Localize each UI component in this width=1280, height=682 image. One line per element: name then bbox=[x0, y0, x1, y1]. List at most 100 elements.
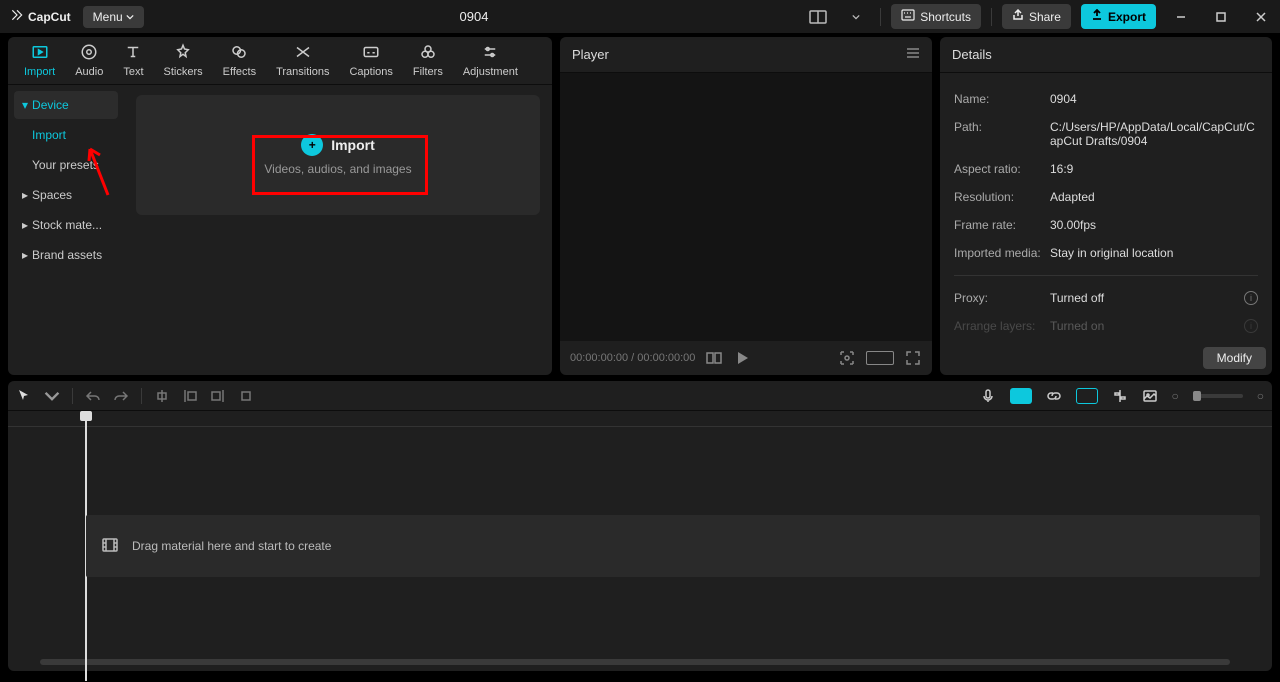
captions-icon bbox=[362, 43, 380, 64]
drop-track[interactable]: Drag material here and start to create bbox=[86, 515, 1260, 577]
compare-icon[interactable] bbox=[705, 349, 723, 367]
modify-button[interactable]: Modify bbox=[1203, 347, 1266, 369]
detail-path-label: Path: bbox=[954, 120, 1050, 148]
magnet-on-button[interactable] bbox=[1010, 388, 1032, 404]
zoom-in-button[interactable]: ○ bbox=[1257, 389, 1264, 403]
delete-tool[interactable] bbox=[238, 388, 254, 404]
import-region: + Import Videos, audios, and images bbox=[124, 85, 552, 375]
zoom-out-button[interactable]: ○ bbox=[1172, 389, 1179, 403]
caret-right-icon: ▸ bbox=[22, 248, 28, 262]
cover-button[interactable] bbox=[1142, 388, 1158, 404]
titlebar-right: Shortcuts Share Export bbox=[804, 2, 1276, 32]
tab-text[interactable]: Text bbox=[113, 39, 153, 82]
info-icon[interactable]: i bbox=[1244, 319, 1258, 333]
source-stock[interactable]: ▸Stock mate... bbox=[14, 211, 118, 239]
tab-audio[interactable]: Audio bbox=[65, 39, 113, 82]
source-spaces[interactable]: ▸Spaces bbox=[14, 181, 118, 209]
timeline-ruler[interactable] bbox=[8, 411, 1272, 427]
snapshot-icon[interactable] bbox=[838, 349, 856, 367]
preview-button[interactable] bbox=[1076, 388, 1098, 404]
details-header: Details bbox=[940, 37, 1272, 73]
tab-import[interactable]: Import bbox=[14, 39, 65, 82]
menu-label: Menu bbox=[93, 10, 123, 24]
source-presets[interactable]: Your presets bbox=[14, 151, 118, 179]
tab-label: Filters bbox=[413, 66, 443, 78]
source-import[interactable]: Import bbox=[14, 121, 118, 149]
timeline-toolbar: ○ ○ bbox=[8, 381, 1272, 411]
ratio-button[interactable] bbox=[866, 351, 894, 365]
caret-right-icon: ▸ bbox=[22, 218, 28, 232]
tab-effects[interactable]: Effects bbox=[213, 39, 266, 82]
info-icon[interactable]: i bbox=[1244, 291, 1258, 305]
detail-aspect-label: Aspect ratio: bbox=[954, 162, 1050, 176]
player-viewport[interactable] bbox=[560, 73, 932, 341]
zoom-slider[interactable] bbox=[1193, 394, 1243, 398]
trim-right-tool[interactable] bbox=[210, 388, 226, 404]
split-tool[interactable] bbox=[154, 388, 170, 404]
undo-button[interactable] bbox=[85, 388, 101, 404]
tab-adjustment[interactable]: Adjustment bbox=[453, 39, 528, 82]
app-logo: CapCut bbox=[4, 8, 77, 25]
tab-label: Stickers bbox=[164, 66, 203, 78]
detail-aspect-value: 16:9 bbox=[1050, 162, 1258, 176]
app-name: CapCut bbox=[28, 10, 71, 24]
share-icon bbox=[1012, 9, 1024, 24]
detail-proxy-label: Proxy: bbox=[954, 291, 1050, 305]
playhead[interactable] bbox=[80, 411, 92, 421]
media-tabs: Import Audio Text Stickers Effects Trans… bbox=[8, 37, 552, 85]
tab-label: Text bbox=[123, 66, 143, 78]
timeline-scrollbar[interactable] bbox=[20, 659, 1260, 667]
tab-label: Captions bbox=[349, 66, 392, 78]
detail-media-value: Stay in original location bbox=[1050, 246, 1258, 260]
tab-captions[interactable]: Captions bbox=[339, 39, 402, 82]
keyboard-icon bbox=[901, 9, 915, 24]
play-icon[interactable] bbox=[733, 349, 751, 367]
source-device[interactable]: ▾Device bbox=[14, 91, 118, 119]
fullscreen-icon[interactable] bbox=[904, 349, 922, 367]
stickers-icon bbox=[174, 43, 192, 64]
link-button[interactable] bbox=[1046, 388, 1062, 404]
source-brand[interactable]: ▸Brand assets bbox=[14, 241, 118, 269]
export-button[interactable]: Export bbox=[1081, 4, 1156, 29]
detail-name-value: 0904 bbox=[1050, 92, 1258, 106]
transitions-icon bbox=[294, 43, 312, 64]
detail-res-value: Adapted bbox=[1050, 190, 1258, 204]
pointer-dropdown[interactable] bbox=[44, 388, 60, 404]
details-panel: Details Name:0904 Path:C:/Users/HP/AppDa… bbox=[940, 37, 1272, 375]
pointer-tool[interactable] bbox=[16, 388, 32, 404]
maximize-button[interactable] bbox=[1206, 2, 1236, 32]
details-body: Name:0904 Path:C:/Users/HP/AppData/Local… bbox=[940, 73, 1272, 375]
import-card[interactable]: + Import Videos, audios, and images bbox=[136, 95, 540, 215]
shortcuts-button[interactable]: Shortcuts bbox=[891, 4, 981, 29]
adjustment-icon bbox=[481, 43, 499, 64]
close-button[interactable] bbox=[1246, 2, 1276, 32]
layout-dropdown[interactable] bbox=[842, 6, 870, 28]
align-button[interactable] bbox=[1112, 388, 1128, 404]
redo-button[interactable] bbox=[113, 388, 129, 404]
player-menu-icon[interactable] bbox=[906, 47, 920, 62]
player-title: Player bbox=[572, 47, 609, 62]
tab-transitions[interactable]: Transitions bbox=[266, 39, 339, 82]
tab-filters[interactable]: Filters bbox=[403, 39, 453, 82]
record-audio-button[interactable] bbox=[980, 388, 996, 404]
detail-fps-value: 30.00fps bbox=[1050, 218, 1258, 232]
menu-button[interactable]: Menu bbox=[83, 6, 144, 28]
tab-label: Audio bbox=[75, 66, 103, 78]
timeline-tracks[interactable]: Drag material here and start to create bbox=[8, 427, 1272, 655]
media-panel: Import Audio Text Stickers Effects Trans… bbox=[8, 37, 552, 375]
minimize-button[interactable] bbox=[1166, 2, 1196, 32]
chevron-down-icon bbox=[126, 10, 134, 24]
import-icon bbox=[31, 43, 49, 64]
layout-button[interactable] bbox=[804, 6, 832, 28]
detail-name-label: Name: bbox=[954, 92, 1050, 106]
player-controls: 00:00:00:00 / 00:00:00:00 bbox=[560, 341, 932, 375]
details-title: Details bbox=[952, 47, 992, 62]
detail-media-label: Imported media: bbox=[954, 246, 1050, 260]
tab-label: Adjustment bbox=[463, 66, 518, 78]
workspace: Import Audio Text Stickers Effects Trans… bbox=[0, 33, 1280, 375]
timeline-panel: ○ ○ Drag material here and start to crea… bbox=[8, 381, 1272, 671]
export-icon bbox=[1091, 9, 1103, 24]
share-button[interactable]: Share bbox=[1002, 4, 1071, 29]
tab-stickers[interactable]: Stickers bbox=[154, 39, 213, 82]
trim-left-tool[interactable] bbox=[182, 388, 198, 404]
